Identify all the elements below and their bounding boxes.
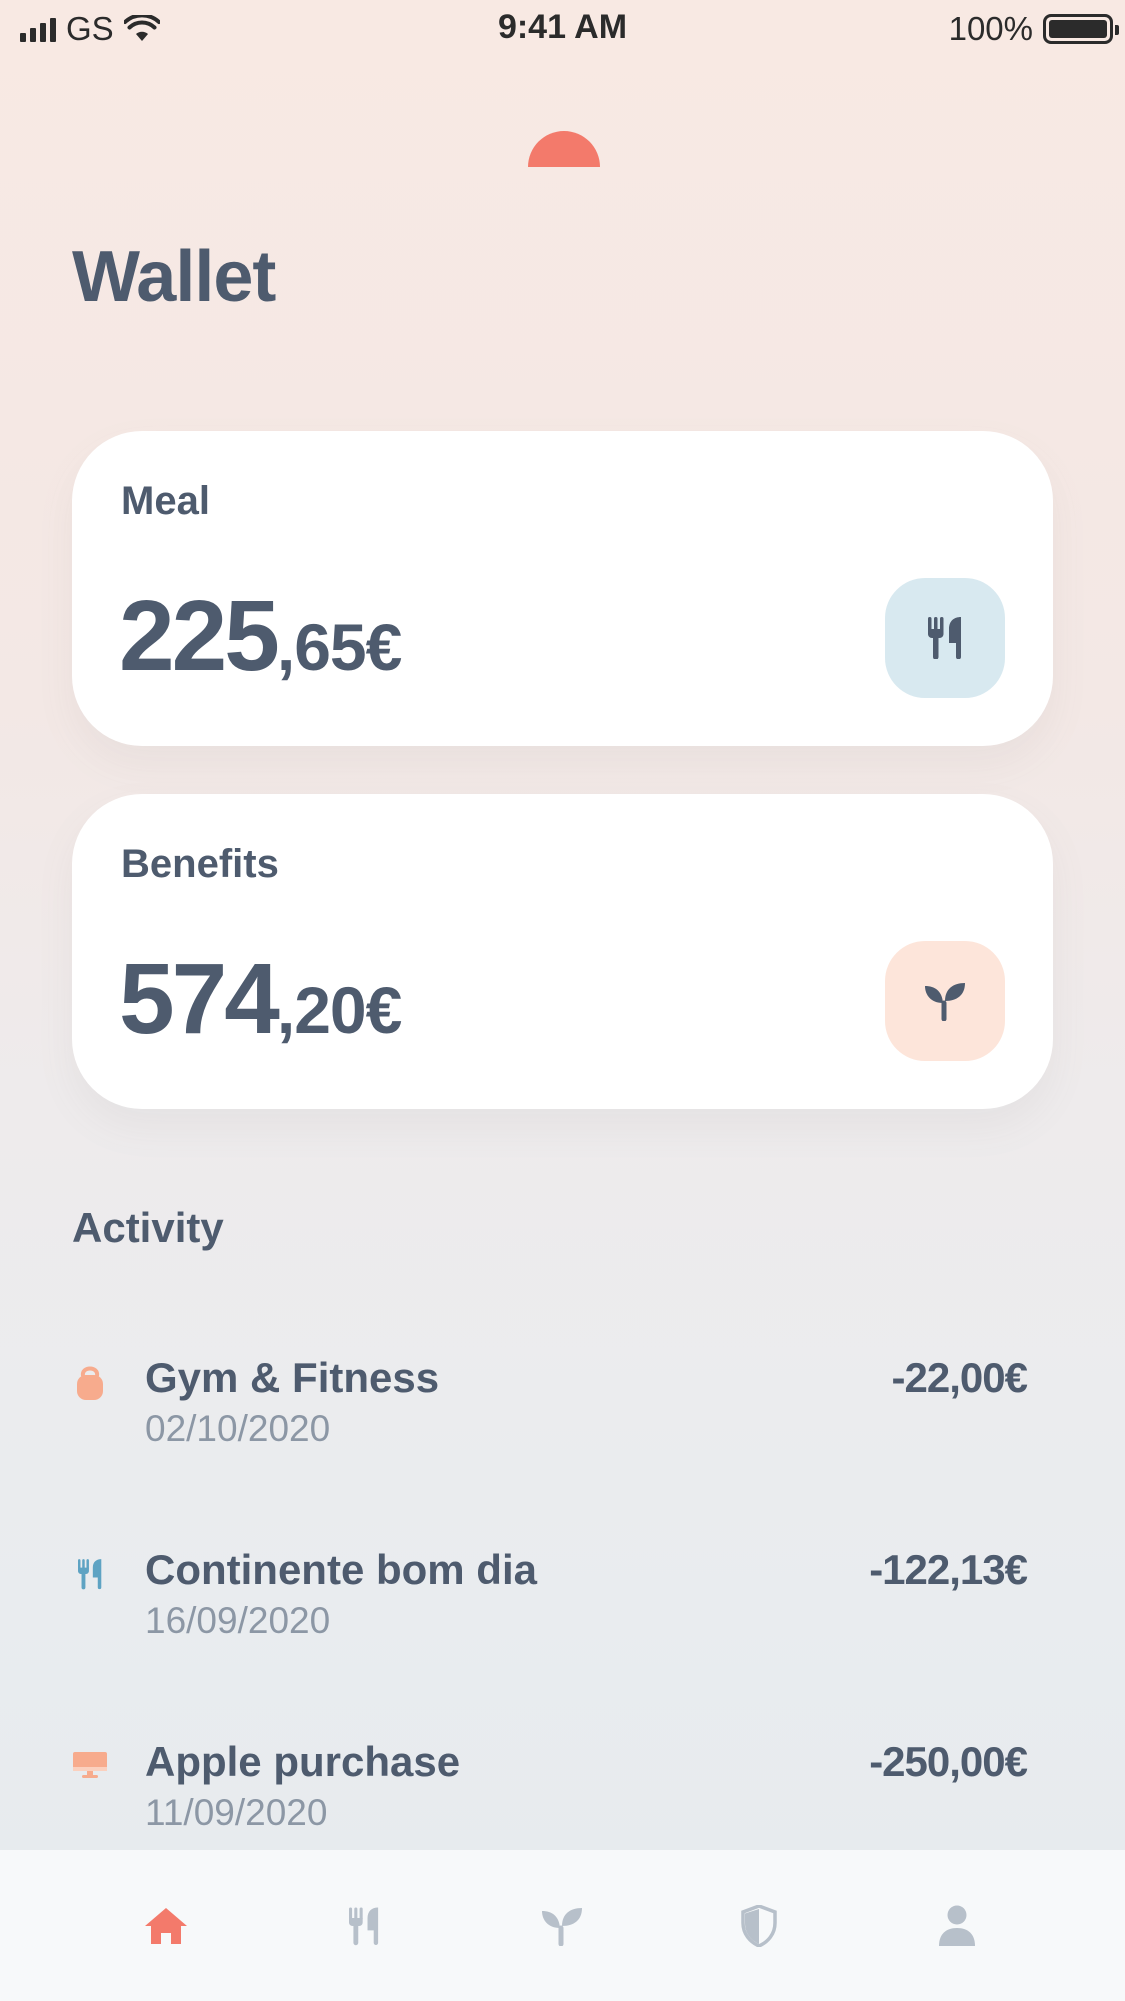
battery-icon (1043, 14, 1119, 44)
battery-percentage: 100% (948, 10, 1033, 47)
monitor-icon (72, 1746, 108, 1786)
amount-integer: 574 (119, 943, 280, 1055)
sprout-icon (542, 1907, 582, 1946)
activity-item-amount: -250,00€ (869, 1738, 1028, 1785)
sprout-icon (885, 941, 1005, 1061)
tab-insurance[interactable] (699, 1850, 819, 2001)
tab-home[interactable] (106, 1850, 226, 2001)
activity-item[interactable]: Apple purchase 11/09/2020 -250,00€ (72, 1738, 1028, 1858)
card-amount: 225,65€ (119, 579, 402, 694)
tab-meal[interactable] (304, 1850, 424, 2001)
activity-item-name: Continente bom dia (145, 1546, 537, 1593)
fork-knife-icon (885, 578, 1005, 698)
status-bar: GS 9:41 AM 100% (0, 0, 1125, 60)
user-icon (939, 1905, 975, 1946)
home-icon (145, 1907, 187, 1944)
activity-item-name: Apple purchase (145, 1738, 461, 1785)
activity-item-amount: -22,00€ (891, 1354, 1028, 1401)
tab-benefits[interactable] (502, 1850, 622, 2001)
amount-decimal: ,65€ (276, 610, 402, 684)
status-right: 100% (948, 10, 1119, 48)
benefits-balance-card[interactable]: Benefits 574,20€ (72, 794, 1053, 1109)
card-label: Benefits (121, 842, 279, 886)
activity-item-date: 16/09/2020 (145, 1600, 331, 1641)
amount-decimal: ,20€ (276, 973, 402, 1047)
activity-item-date: 02/10/2020 (145, 1408, 331, 1449)
shield-icon (741, 1904, 777, 1947)
bottom-tab-bar (0, 1850, 1125, 2001)
activity-item[interactable]: Gym & Fitness 02/10/2020 -22,00€ (72, 1354, 1028, 1474)
tab-profile[interactable] (897, 1850, 1017, 2001)
card-label: Meal (121, 479, 210, 523)
kettlebell-icon (72, 1362, 108, 1402)
activity-item[interactable]: Continente bom dia 16/09/2020 -122,13€ (72, 1546, 1028, 1666)
activity-item-amount: -122,13€ (869, 1546, 1028, 1593)
fork-knife-icon (349, 1906, 379, 1945)
activity-section-title: Activity (72, 1204, 224, 1251)
meal-balance-card[interactable]: Meal 225,65€ (72, 431, 1053, 746)
card-amount: 574,20€ (119, 942, 402, 1057)
activity-item-name: Gym & Fitness (145, 1354, 440, 1401)
half-sun-icon (528, 131, 600, 167)
activity-item-date: 11/09/2020 (145, 1792, 328, 1833)
fork-knife-icon (72, 1554, 108, 1594)
amount-integer: 225 (119, 580, 280, 692)
page-title: Wallet (72, 237, 276, 317)
